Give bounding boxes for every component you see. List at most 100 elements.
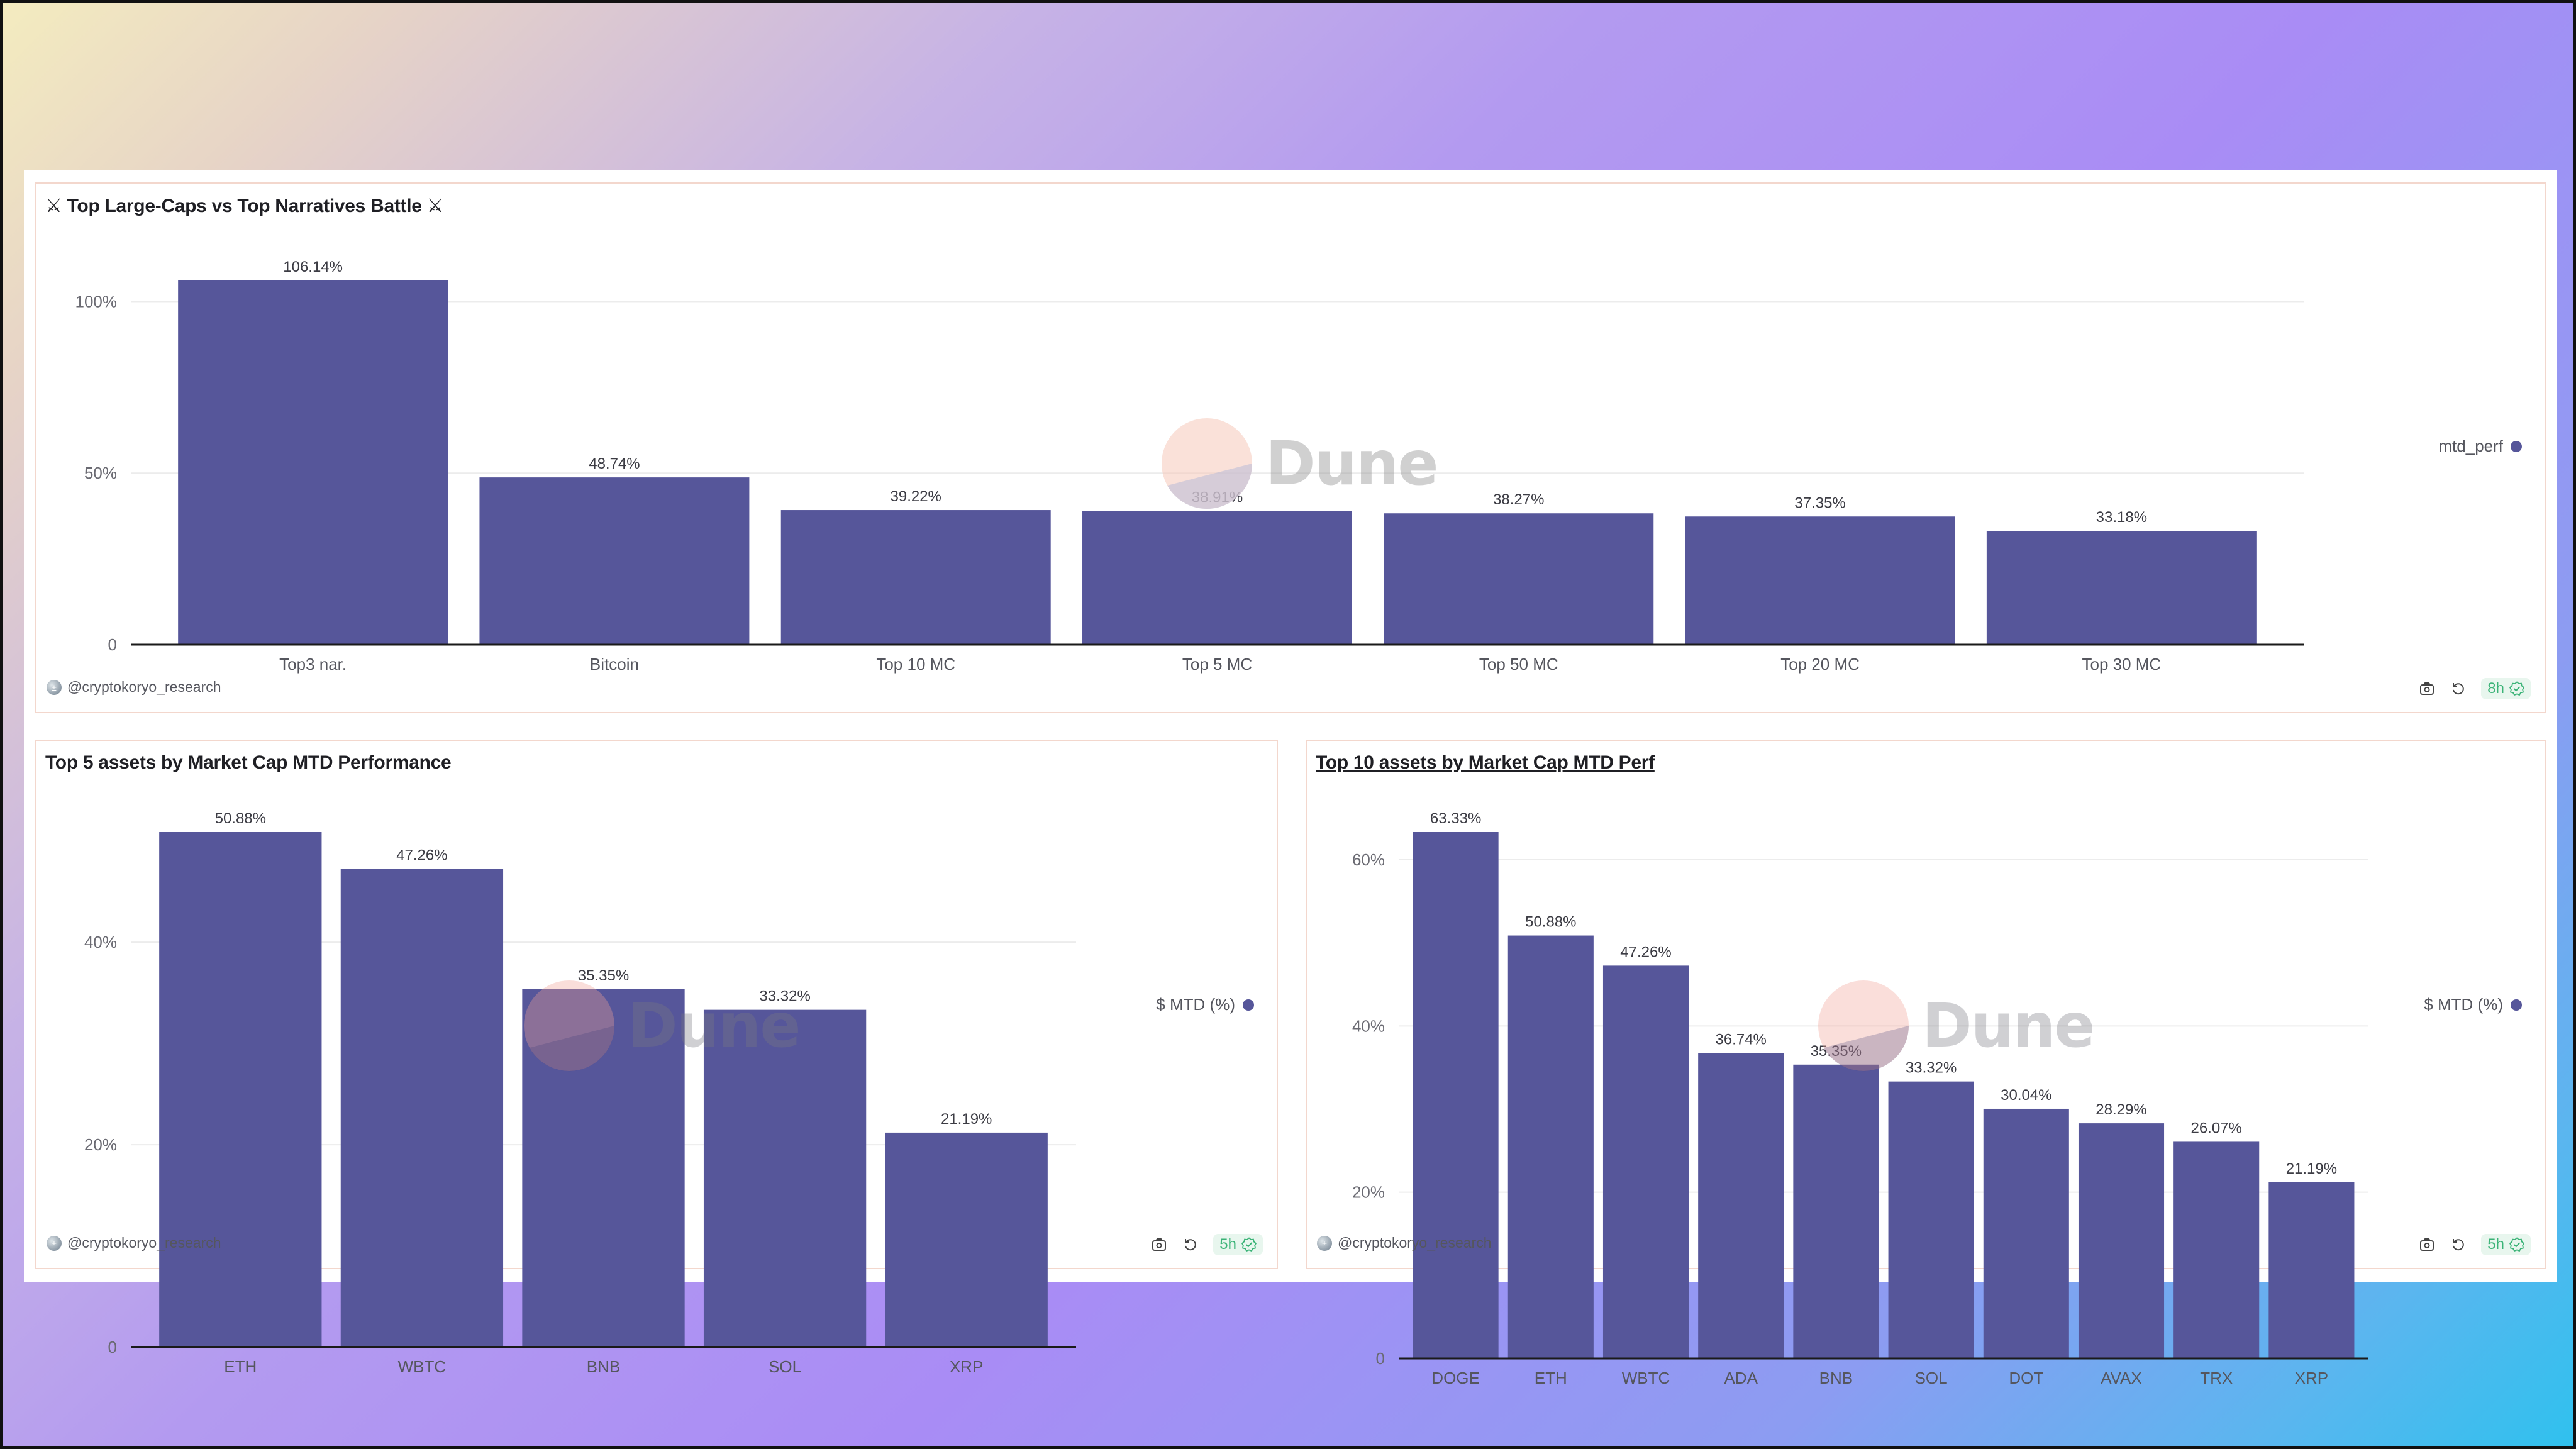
data-label: 30.04% — [2001, 1087, 2051, 1104]
legend-item[interactable]: $ MTD (%) — [1156, 995, 1254, 1014]
data-label: 36.74% — [1715, 1031, 1766, 1048]
data-label: 21.19% — [941, 1111, 992, 1128]
bar-wbtc — [1602, 965, 1689, 1358]
x-tick-label: Bitcoin — [590, 655, 639, 674]
legend-label: mtd_perf — [2438, 436, 2503, 455]
chart-panel-top10-mtd: Top 10 assets by Market Cap MTD Perf 0 20… — [1306, 740, 2546, 1387]
data-label: 21.19% — [2286, 1160, 2337, 1177]
dashboard-sheet: ⚔ Top Large-Caps vs Top Narratives Battl… — [24, 170, 2557, 1387]
freshness-badge[interactable]: 8h — [2481, 678, 2531, 699]
legend-label: $ MTD (%) — [2424, 995, 2503, 1014]
screenshot-button[interactable] — [2418, 680, 2436, 697]
x-tick-label: ETH — [1535, 1368, 1567, 1387]
bar-sol — [1888, 1081, 1974, 1358]
x-tick-label: AVAX — [2101, 1368, 2142, 1387]
bar-bnb — [522, 989, 685, 1347]
bar-top-10-mc — [780, 510, 1051, 645]
data-label: 26.07% — [2190, 1119, 2241, 1136]
x-tick-label: WBTC — [398, 1357, 447, 1376]
data-label: 38.27% — [1493, 491, 1544, 508]
bar-sol — [703, 1009, 867, 1347]
chart-panel-top5-mtd: Top 5 assets by Market Cap MTD Performan… — [35, 740, 1278, 1376]
author-link[interactable]: ± @cryptokoryo_research — [47, 1235, 221, 1252]
refresh-button[interactable] — [1182, 1236, 1199, 1253]
x-tick-label: SOL — [769, 1357, 801, 1376]
x-tick-label: Top 20 MC — [1780, 655, 1860, 674]
y-tick-label: 0 — [108, 635, 117, 654]
verified-check-icon — [1241, 1237, 1257, 1252]
legend-dot-icon — [1243, 999, 1254, 1011]
bar-chart: 0 50% 100% 106.14% Top3 nar. 48.74% Bitcoin 39.… — [75, 258, 2304, 674]
data-label: 33.18% — [2096, 509, 2147, 526]
data-label: 47.26% — [396, 847, 447, 863]
bar-eth — [1507, 935, 1594, 1358]
verified-check-icon — [2509, 1237, 2524, 1252]
legend-label: $ MTD (%) — [1156, 995, 1235, 1014]
bar-bnb — [1793, 1064, 1879, 1358]
refresh-button[interactable] — [2450, 680, 2467, 697]
x-tick-label: SOL — [1915, 1368, 1948, 1387]
bar-bitcoin — [479, 477, 750, 645]
legend-item[interactable]: $ MTD (%) — [2424, 995, 2522, 1014]
x-tick-label: ADA — [1724, 1368, 1758, 1387]
panel-actions: 5h — [2418, 1234, 2531, 1255]
x-tick-label: DOGE — [1431, 1368, 1480, 1387]
bar-wbtc — [340, 869, 504, 1347]
author-link[interactable]: ± @cryptokoryo_research — [1317, 1235, 1492, 1252]
x-tick-label: XRP — [2295, 1368, 2328, 1387]
y-tick-label: 50% — [84, 464, 117, 482]
data-label: 38.91% — [1192, 489, 1243, 506]
legend-item[interactable]: mtd_perf — [2438, 436, 2522, 456]
screenshot-button[interactable] — [1150, 1236, 1168, 1253]
data-label: 63.33% — [1430, 810, 1481, 827]
bar-xrp — [2268, 1182, 2355, 1358]
refresh-icon — [2453, 683, 2465, 695]
bar-chart: 0 20% 40% 60% 63.33% DOGE 50.88% ETH 47.26% WBTC 3… — [1352, 810, 2368, 1387]
author-name: @cryptokoryo_research — [67, 1235, 221, 1251]
data-label: 48.74% — [589, 455, 640, 472]
data-label: 37.35% — [1794, 494, 1845, 511]
bar-eth — [159, 832, 322, 1347]
verified-check-icon — [2509, 681, 2524, 696]
chart-panel-large-caps-vs-narratives: ⚔ Top Large-Caps vs Top Narratives Battl… — [35, 182, 2546, 713]
x-tick-label: Top 5 MC — [1182, 655, 1252, 674]
author-name: @cryptokoryo_research — [1338, 1235, 1492, 1251]
data-label: 50.88% — [1525, 914, 1576, 931]
freshness-badge[interactable]: 5h — [2481, 1234, 2531, 1255]
y-tick-label: 40% — [1352, 1016, 1385, 1035]
bar-avax — [2078, 1123, 2165, 1358]
y-tick-label: 100% — [75, 292, 118, 311]
data-label: 35.35% — [578, 967, 629, 984]
y-tick-label: 60% — [1352, 850, 1385, 869]
data-label: 33.32% — [1906, 1060, 1957, 1077]
avatar: ± — [1317, 1235, 1332, 1251]
x-tick-label: Top 50 MC — [1479, 655, 1558, 674]
bar-top-50-mc — [1384, 513, 1654, 645]
data-label: 106.14% — [283, 258, 343, 275]
screenshot-button[interactable] — [2418, 1236, 2436, 1253]
bar-top-20-mc — [1685, 516, 1955, 645]
freshness-text: 8h — [2487, 680, 2504, 697]
x-tick-label: WBTC — [1622, 1368, 1670, 1387]
bar-top-30-mc — [1986, 531, 2257, 645]
refresh-button[interactable] — [2450, 1236, 2467, 1253]
camera-icon — [2420, 682, 2434, 695]
author-link[interactable]: ± @cryptokoryo_research — [47, 679, 221, 696]
refresh-icon — [1185, 1239, 1197, 1251]
x-tick-label: TRX — [2200, 1368, 2233, 1387]
bar-trx — [2174, 1141, 2260, 1358]
bar-doge — [1413, 832, 1499, 1358]
data-label: 33.32% — [759, 988, 810, 1005]
bar-top-5-mc — [1082, 511, 1352, 645]
author-name: @cryptokoryo_research — [67, 679, 221, 695]
data-label: 50.88% — [215, 810, 266, 827]
panel-actions: 5h — [1150, 1234, 1263, 1255]
legend-dot-icon — [2511, 999, 2522, 1011]
y-tick-label: 0 — [1376, 1349, 1385, 1368]
data-label: 28.29% — [2096, 1101, 2146, 1118]
avatar: ± — [47, 679, 62, 695]
y-tick-label: 20% — [1352, 1183, 1385, 1202]
freshness-badge[interactable]: 5h — [1213, 1234, 1263, 1255]
x-tick-label: XRP — [950, 1357, 983, 1376]
y-tick-label: 40% — [84, 933, 117, 952]
